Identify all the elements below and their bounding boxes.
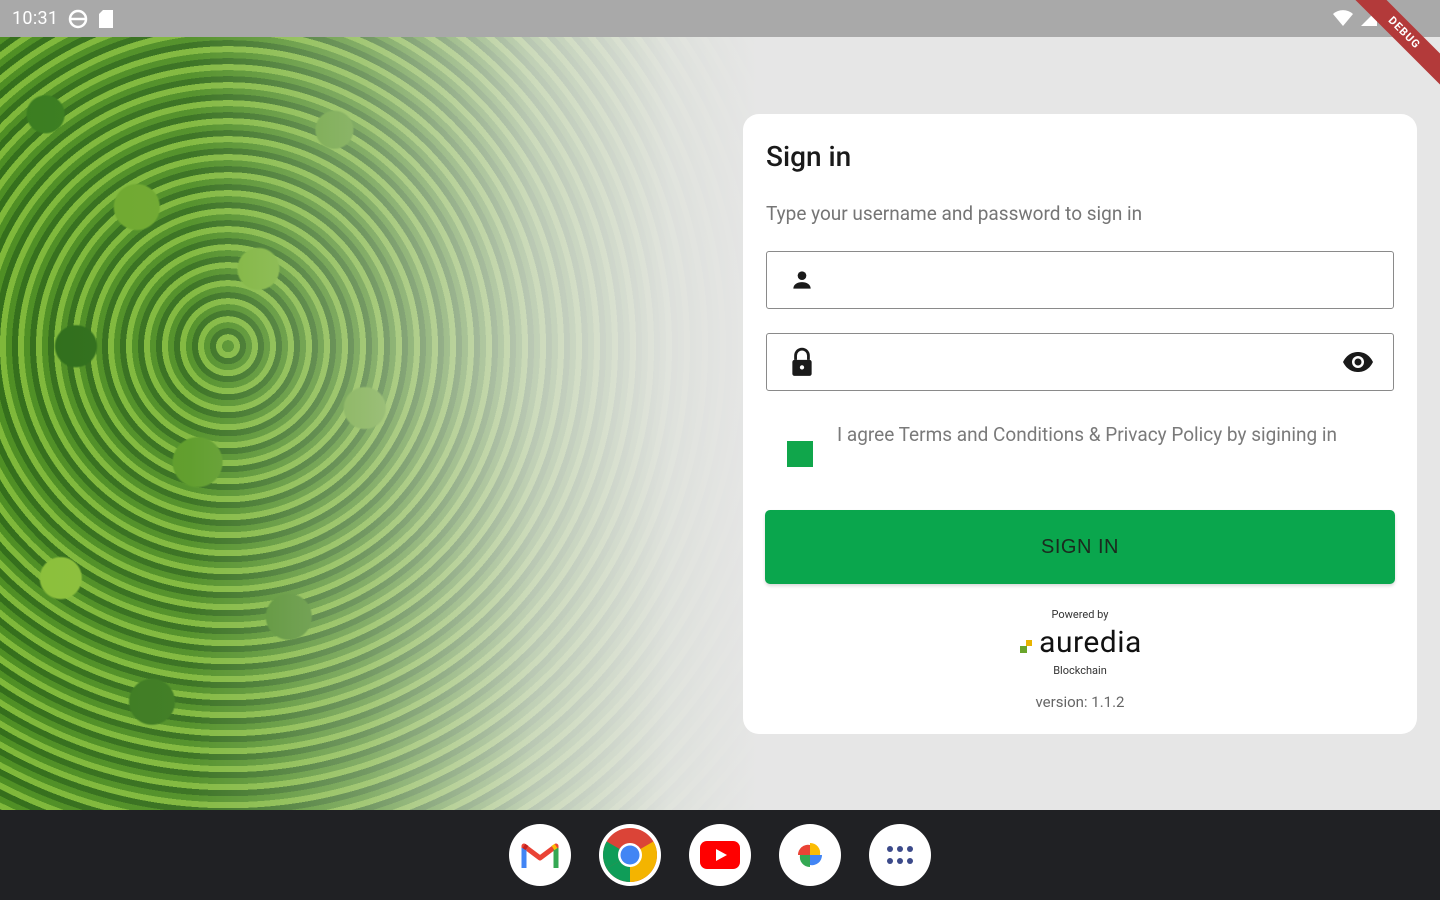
- photos-icon[interactable]: [779, 824, 841, 886]
- page-title: Sign in: [766, 140, 852, 173]
- auredia-logo-icon: [1018, 637, 1036, 655]
- brand-logo: auredia: [743, 625, 1417, 660]
- password-input[interactable]: [827, 333, 1341, 391]
- eye-icon[interactable]: [1341, 350, 1375, 374]
- password-field[interactable]: [766, 333, 1394, 391]
- status-time: 10:31: [12, 8, 59, 29]
- taskbar: [0, 810, 1440, 900]
- youtube-icon[interactable]: [689, 824, 751, 886]
- powered-by-label: Powered by: [1051, 608, 1109, 621]
- terms-agreement: I agree Terms and Conditions & Privacy P…: [766, 420, 1394, 467]
- person-icon: [787, 267, 817, 293]
- chrome-icon[interactable]: [599, 824, 661, 886]
- sign-in-subtitle: Type your username and password to sign …: [766, 202, 1143, 225]
- app-screen: Sign in Type your username and password …: [0, 37, 1440, 810]
- brand-subtitle: Blockchain: [1053, 664, 1107, 677]
- terms-label: I agree Terms and Conditions & Privacy P…: [837, 423, 1338, 446]
- status-bar: 10:31: [0, 0, 1440, 37]
- app-drawer-icon[interactable]: [869, 824, 931, 886]
- sign-in-card: Sign in Type your username and password …: [743, 114, 1417, 734]
- sd-card-icon: [98, 9, 114, 29]
- version-label: version: 1.1.2: [1035, 693, 1125, 711]
- lock-icon: [787, 347, 817, 377]
- gmail-icon[interactable]: [509, 824, 571, 886]
- username-field[interactable]: [766, 251, 1394, 309]
- vpn-globe-icon: [68, 9, 88, 29]
- brand-name: auredia: [1039, 625, 1142, 660]
- terms-checkbox[interactable]: [787, 441, 813, 467]
- wifi-icon: [1332, 9, 1354, 31]
- username-input[interactable]: [827, 251, 1393, 309]
- sign-in-button[interactable]: SIGN IN: [765, 510, 1395, 584]
- fog-overlay: [0, 37, 760, 810]
